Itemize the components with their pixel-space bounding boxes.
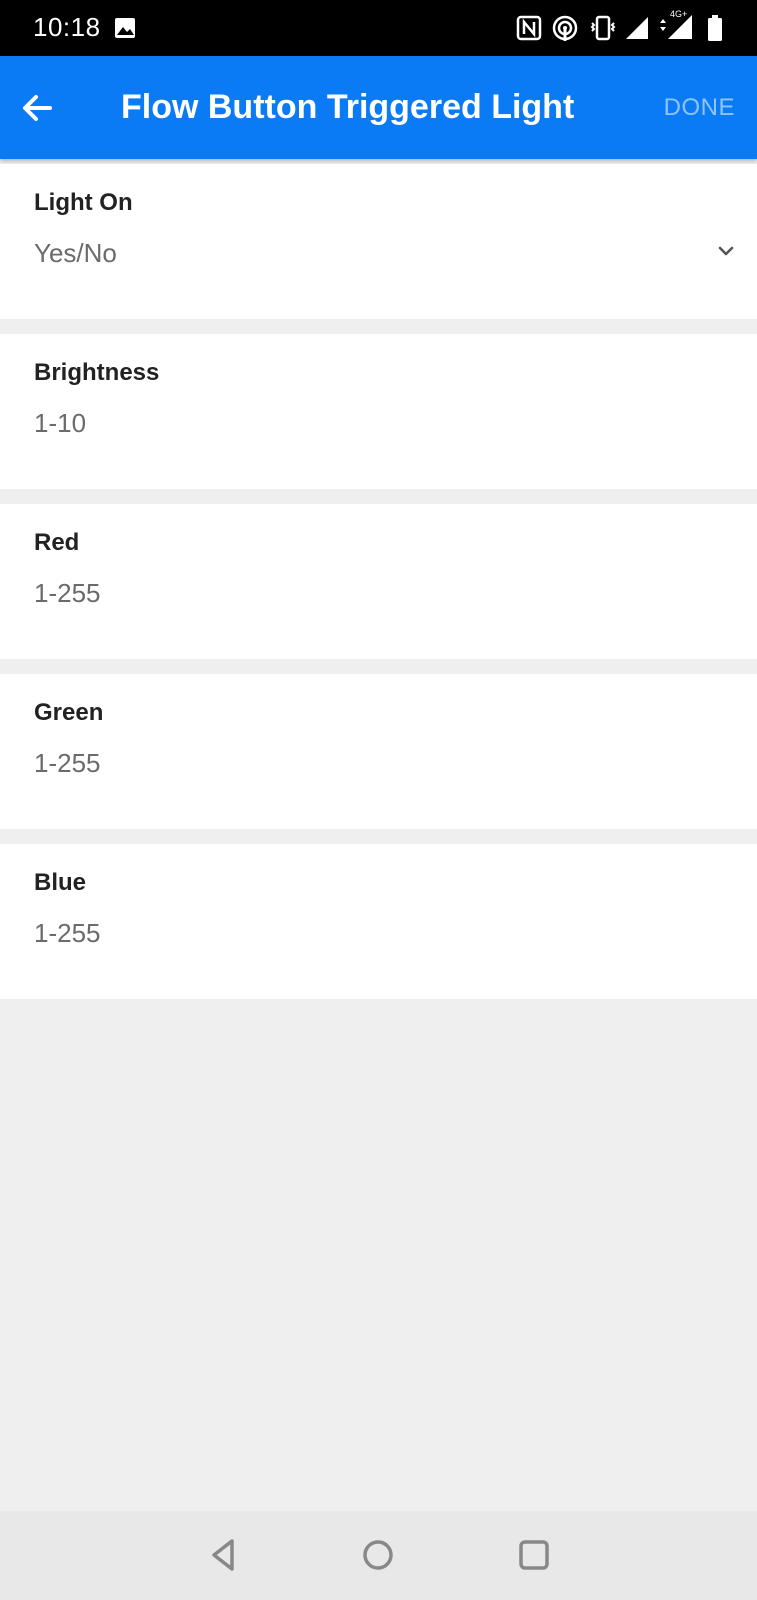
light-on-field[interactable]: Light On Yes/No — [0, 164, 757, 319]
back-button[interactable] — [14, 84, 62, 132]
field-label: Green — [34, 699, 104, 726]
field-label: Light On — [34, 189, 133, 216]
wifi-signal-icon — [624, 15, 650, 46]
nav-home-button[interactable] — [356, 1533, 400, 1577]
cellular-4g-icon: 4G+ — [656, 9, 696, 46]
green-field[interactable]: Green 1-255 — [0, 674, 757, 829]
nfc-icon — [516, 15, 542, 46]
blue-field[interactable]: Blue 1-255 — [0, 844, 757, 999]
status-bar: 10:18 4G+ — [0, 0, 757, 56]
page-title: Flow Button Triggered Light — [121, 88, 575, 126]
status-time: 10:18 — [33, 12, 101, 42]
nav-back-button[interactable] — [202, 1533, 246, 1577]
app-bar: Flow Button Triggered Light DONE — [0, 56, 757, 159]
image-icon — [114, 17, 136, 44]
field-label: Red — [34, 529, 80, 556]
system-nav-bar — [0, 1511, 757, 1600]
field-value: Yes/No — [34, 238, 117, 268]
nav-recents-button[interactable] — [512, 1533, 556, 1577]
field-value: 1-255 — [34, 918, 101, 948]
arrow-left-icon — [23, 95, 52, 121]
done-button[interactable]: DONE — [664, 94, 735, 122]
recents-square-icon — [519, 1540, 549, 1570]
brightness-field[interactable]: Brightness 1-10 — [0, 334, 757, 489]
battery-icon — [707, 14, 723, 47]
home-circle-icon — [363, 1540, 393, 1570]
back-triangle-icon — [212, 1539, 234, 1571]
field-label: Brightness — [34, 359, 160, 386]
field-value: 1-255 — [34, 748, 101, 778]
hotspot-icon — [551, 14, 579, 47]
field-value: 1-255 — [34, 578, 101, 608]
field-value: 1-10 — [34, 408, 87, 438]
field-label: Blue — [34, 869, 87, 896]
chevron-down-icon[interactable] — [715, 240, 737, 262]
network-type-label: 4G+ — [670, 9, 688, 19]
vibrate-icon — [589, 14, 617, 47]
red-field[interactable]: Red 1-255 — [0, 504, 757, 659]
